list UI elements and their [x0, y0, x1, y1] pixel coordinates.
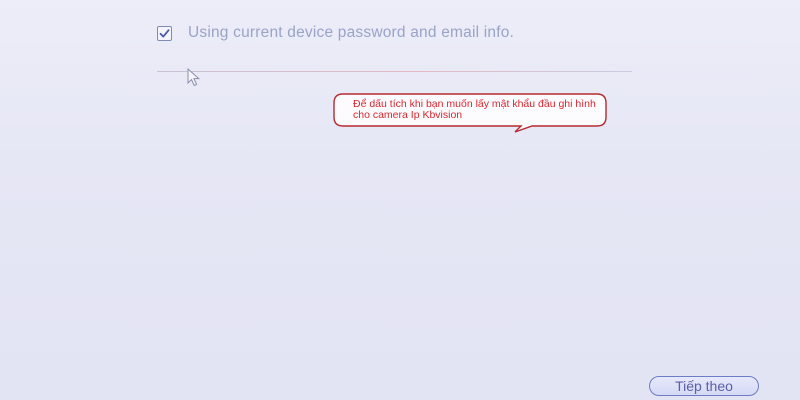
next-button[interactable]: Tiếp theo	[649, 376, 759, 396]
annotation-callout: Để dấu tích khi bạn muốn lấy mật khẩu đầ…	[333, 93, 607, 133]
checkmark-icon	[159, 28, 170, 37]
use-current-password-label[interactable]: Using current device password and email …	[188, 24, 514, 42]
annotation-text: Để dấu tích khi bạn muốn lấy mật khẩu đầ…	[353, 98, 596, 121]
use-current-password-option[interactable]: Using current device password and email …	[157, 24, 514, 42]
divider-line	[157, 71, 632, 72]
use-current-password-checkbox[interactable]	[157, 25, 172, 41]
dialog-page: Using current device password and email …	[0, 0, 800, 400]
mouse-pointer-icon	[187, 68, 201, 87]
